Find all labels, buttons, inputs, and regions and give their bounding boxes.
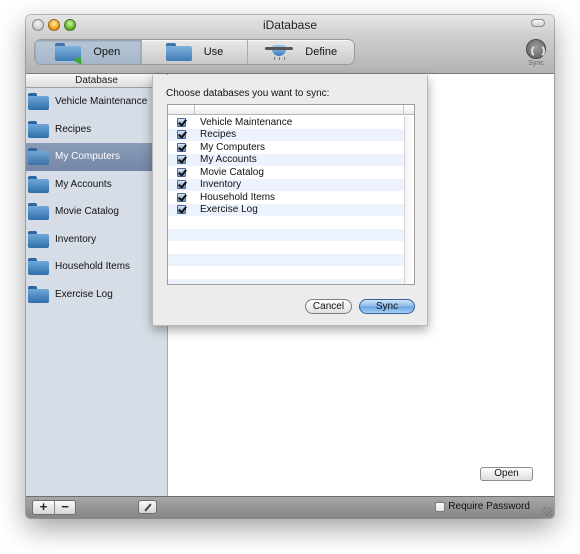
row-checkbox[interactable] [177,180,186,190]
row-checkbox[interactable] [177,117,186,127]
sidebar-item-label: Inventory [55,233,97,245]
row-label: My Computers [200,141,266,153]
add-database-button[interactable]: + [33,501,54,514]
tab-open[interactable]: Open [35,40,141,64]
table-row[interactable]: Household Items [168,191,404,204]
folder-icon [28,230,49,248]
sidebar-item-exercise-log[interactable]: Exercise Log [26,281,167,309]
empty-row [168,228,404,241]
row-checkbox[interactable] [177,167,186,177]
folder-icon [28,175,49,193]
cancel-button[interactable]: Cancel [305,299,352,314]
mode-segmented-control: Open Use Define [34,39,355,65]
sync-toolbar-button[interactable]: Sync [524,39,548,67]
folder-icon [28,203,49,221]
sync-database-table: Vehicle Maintenance Recipes My Computers… [167,104,415,285]
sync-sheet-dialog: Choose databases you want to sync: Vehic… [152,75,428,326]
empty-row [168,266,404,279]
require-password-checkbox[interactable] [435,501,446,512]
sidebar-item-household-items[interactable]: Household Items [26,253,167,281]
sidebar-item-recipes[interactable]: Recipes [26,116,167,144]
sidebar-item-inventory[interactable]: Inventory [26,226,167,254]
empty-row [168,216,404,229]
table-row[interactable]: My Accounts [168,153,404,166]
sidebar-item-movie-catalog[interactable]: Movie Catalog [26,198,167,226]
require-password-option: Require Password [435,501,530,512]
tab-define[interactable]: Define [247,40,354,64]
empty-row [168,253,404,266]
row-checkbox[interactable] [177,130,186,140]
tab-use[interactable]: Use [140,40,248,64]
bottom-bar: + − Require Password [26,496,554,518]
column-header-name[interactable] [195,105,404,114]
folder-open-icon [55,43,86,64]
database-sidebar: Database Vehicle Maintenance Recipes My … [26,74,168,496]
vertical-scrollbar[interactable] [404,116,414,284]
tab-open-label: Open [93,46,121,58]
table-row[interactable]: Inventory [168,178,404,191]
table-row[interactable]: Movie Catalog [168,166,404,179]
funnel-icon [265,43,294,61]
table-body: Vehicle Maintenance Recipes My Computers… [168,116,404,284]
sync-toolbar-label: Sync [528,60,544,67]
table-row[interactable]: Recipes [168,128,404,141]
table-header [168,105,414,115]
empty-row [168,278,404,284]
tab-use-label: Use [203,46,224,58]
sidebar-header[interactable]: Database [26,74,167,88]
sidebar-item-label: My Computers [55,151,121,163]
folder-icon [28,258,49,276]
row-label: My Accounts [200,154,257,166]
sidebar-item-vehicle-maintenance[interactable]: Vehicle Maintenance [26,88,167,116]
row-label: Exercise Log [200,204,258,216]
folder-icon [165,43,192,61]
sidebar-item-label: Exercise Log [55,288,113,300]
row-checkbox[interactable] [177,192,186,202]
sync-prompt: Choose databases you want to sync: [166,88,330,99]
sync-icon [526,39,546,59]
row-label: Recipes [200,129,237,141]
sidebar-item-label: Recipes [55,123,92,135]
sidebar-item-label: Movie Catalog [55,206,119,218]
title-toolbar: iDatabase Open Use Define Sync [26,15,554,74]
column-header-check[interactable] [168,105,195,114]
column-header-corner [404,105,414,114]
add-remove-group: + − [32,500,76,515]
remove-database-button[interactable]: − [54,501,75,514]
require-password-label[interactable]: Require Password [448,501,530,512]
row-label: Household Items [200,191,276,203]
sidebar-item-my-computers[interactable]: My Computers [26,143,167,171]
sidebar-item-my-accounts[interactable]: My Accounts [26,171,167,199]
resize-grip[interactable] [543,507,552,516]
row-label: Vehicle Maintenance [200,116,293,128]
table-row[interactable]: My Computers [168,141,404,154]
table-row[interactable]: Vehicle Maintenance [168,116,404,129]
open-database-button[interactable]: Open [480,467,533,481]
row-checkbox[interactable] [177,142,186,152]
row-checkbox[interactable] [177,205,186,215]
folder-icon [28,285,49,303]
sync-button[interactable]: Sync [359,299,415,314]
sidebar-item-label: Household Items [55,261,131,273]
sidebar-item-label: My Accounts [55,178,112,190]
row-label: Inventory [200,179,242,191]
edit-pencil-button[interactable] [138,500,157,514]
window-title: iDatabase [262,18,318,32]
row-checkbox[interactable] [177,155,186,165]
table-row[interactable]: Exercise Log [168,203,404,216]
sidebar-item-label: Vehicle Maintenance [55,96,148,108]
folder-icon [28,148,49,166]
tab-define-label: Define [305,46,338,58]
toolbar-toggle-button[interactable] [531,19,545,27]
row-label: Movie Catalog [200,166,264,178]
empty-row [168,241,404,254]
folder-icon [28,93,49,111]
folder-icon [28,120,49,138]
